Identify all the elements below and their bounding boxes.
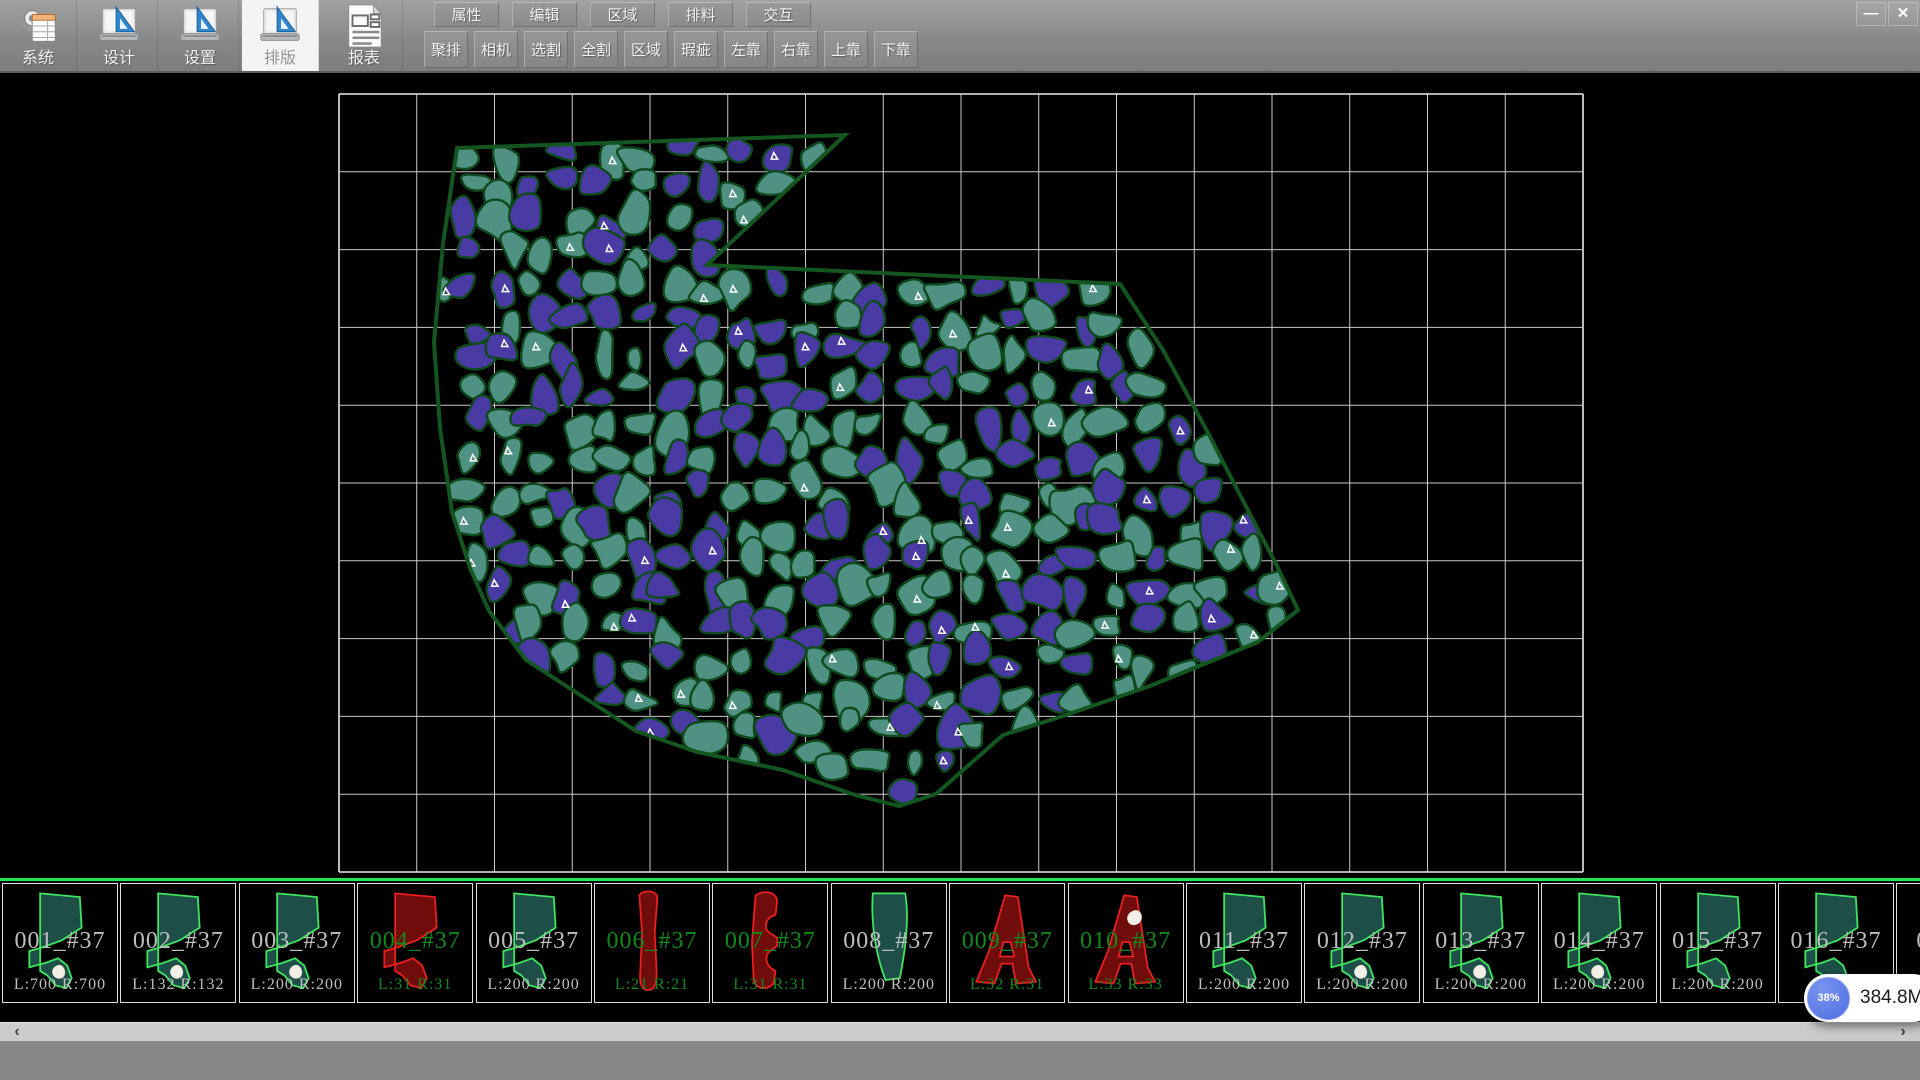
tool-button-6[interactable]: 瑕疵 (674, 31, 718, 68)
piece-id: 003_#37 (240, 928, 354, 955)
piece-id: 006_#37 (595, 928, 709, 955)
piece-size-label: L:200 R:200 (1424, 976, 1538, 994)
menu-tab-1[interactable]: 属性 (434, 2, 499, 27)
menu-tab-2[interactable]: 编辑 (512, 2, 577, 27)
piece-size-label: L:200 R:200 (1305, 976, 1419, 994)
piece-size-label: L:33 R:33 (1069, 976, 1183, 994)
ribbon-toolbar: 系统设计设置排版报表 属性编辑区域排料交互 聚排相机选割全割区域瑕疵左靠右靠上靠… (0, 0, 1920, 73)
mode-button-2[interactable]: 设计 (81, 0, 158, 71)
piece-size-label: L:132 R:132 (121, 976, 235, 994)
app-window: 系统设计设置排版报表 属性编辑区域排料交互 聚排相机选割全割区域瑕疵左靠右靠上靠… (0, 0, 1920, 1080)
report-document-icon (341, 3, 387, 49)
menu-tab-3[interactable]: 区域 (590, 2, 655, 27)
piece-thumbnail-1[interactable]: 001_#37 L:700 R:700 (2, 883, 118, 1003)
mode-button-1[interactable]: 系统 (0, 0, 77, 71)
nesting-canvas[interactable] (0, 73, 1920, 878)
settings-ruler-icon (177, 3, 223, 49)
piece-thumbnail-11[interactable]: 011_#37 L:200 R:200 (1186, 883, 1302, 1003)
filmstrip-divider (0, 878, 1920, 881)
piece-size-label: L:31 R:31 (358, 976, 472, 994)
tool-button-7[interactable]: 左靠 (724, 31, 768, 68)
piece-size-label: L:200 R:200 (1542, 976, 1656, 994)
mode-button-3[interactable]: 设置 (162, 0, 239, 71)
mode-button-label: 设置 (162, 49, 238, 69)
tool-button-3[interactable]: 选割 (524, 31, 568, 68)
memory-value: 384.8M (1860, 987, 1920, 1009)
status-bar (0, 1041, 1920, 1080)
mode-button-5[interactable]: 报表 (326, 0, 403, 71)
piece-size-label: L:32 R:31 (950, 976, 1064, 994)
piece-id: 011_#37 (1187, 928, 1301, 955)
piece-id: 0 (1897, 928, 1920, 955)
mode-button-label: 排版 (242, 49, 318, 69)
piece-size-label: L:31 R:31 (713, 976, 827, 994)
piece-id: 004_#37 (358, 928, 472, 955)
memory-usage-badge[interactable]: 38% 384.8M (1804, 974, 1920, 1022)
piece-thumbnail-9[interactable]: 009_#37 L:32 R:31 (949, 883, 1065, 1003)
piece-filmstrip: 001_#37L:700 R:700002_#37L:132 R:132003_… (0, 878, 1920, 1024)
mode-button-4[interactable]: 排版 (242, 0, 319, 71)
close-button[interactable]: ✕ (1888, 2, 1918, 26)
piece-size-label: L:200 R:200 (477, 976, 591, 994)
piece-size-label: L:200 R:200 (240, 976, 354, 994)
piece-size-label: L:200 R:200 (832, 976, 946, 994)
piece-id: 016_#37 (1779, 928, 1893, 955)
tool-button-1[interactable]: 聚排 (424, 31, 468, 68)
tool-button-2[interactable]: 相机 (474, 31, 518, 68)
piece-thumbnail-8[interactable]: 008_#37 L:200 R:200 (831, 883, 947, 1003)
piece-id: 005_#37 (477, 928, 591, 955)
canvas-drawing (0, 73, 1920, 878)
layout-ruler-icon (257, 3, 303, 49)
piece-thumbnail-2[interactable]: 002_#37 L:132 R:132 (120, 883, 236, 1003)
system-gear-icon (15, 3, 61, 49)
tool-button-5[interactable]: 区域 (624, 31, 668, 68)
mode-button-label: 报表 (326, 49, 402, 69)
menu-tab-4[interactable]: 排料 (668, 2, 733, 27)
scroll-left-arrow-icon[interactable]: ‹ (4, 1023, 30, 1041)
piece-id: 007_#37 (713, 928, 827, 955)
progress-percent-badge: 38% (1807, 977, 1850, 1020)
piece-id: 001_#37 (3, 928, 117, 955)
piece-thumbnail-6[interactable]: 006_#37 L:21 R:21 (594, 883, 710, 1003)
piece-size-label: L:200 R:200 (1187, 976, 1301, 994)
mode-button-label: 设计 (81, 49, 157, 69)
piece-id: 002_#37 (121, 928, 235, 955)
piece-size-label: L:200 R:200 (1661, 976, 1775, 994)
scroll-right-arrow-icon[interactable]: › (1890, 1023, 1916, 1041)
tool-button-row: 聚排相机选割全割区域瑕疵左靠右靠上靠下靠 (424, 31, 918, 68)
menu-tab-row: 属性编辑区域排料交互 (434, 2, 811, 27)
piece-thumbnail-12[interactable]: 012_#37 L:200 R:200 (1304, 883, 1420, 1003)
piece-size-label: L:21 R:21 (595, 976, 709, 994)
piece-thumbnail-5[interactable]: 005_#37 L:200 R:200 (476, 883, 592, 1003)
piece-thumbnail-7[interactable]: 007_#37 L:31 R:31 (712, 883, 828, 1003)
piece-id: 012_#37 (1305, 928, 1419, 955)
mode-button-label: 系统 (0, 49, 76, 69)
tool-button-9[interactable]: 上靠 (824, 31, 868, 68)
piece-size-label: L:700 R:700 (3, 976, 117, 994)
piece-thumbnail-4[interactable]: 004_#37 L:31 R:31 (357, 883, 473, 1003)
tool-button-4[interactable]: 全割 (574, 31, 618, 68)
tool-button-10[interactable]: 下靠 (874, 31, 918, 68)
piece-id: 014_#37 (1542, 928, 1656, 955)
piece-id: 008_#37 (832, 928, 946, 955)
piece-id: 013_#37 (1424, 928, 1538, 955)
piece-thumbnail-15[interactable]: 015_#37 L:200 R:200 (1660, 883, 1776, 1003)
piece-thumbnail-10[interactable]: 010_#37 L:33 R:33 (1068, 883, 1184, 1003)
piece-thumbnail-3[interactable]: 003_#37 L:200 R:200 (239, 883, 355, 1003)
piece-id: 015_#37 (1661, 928, 1775, 955)
design-ruler-icon (96, 3, 142, 49)
minimize-button[interactable]: — (1856, 2, 1886, 26)
piece-id: 009_#37 (950, 928, 1064, 955)
piece-thumbnail-13[interactable]: 013_#37 L:200 R:200 (1423, 883, 1539, 1003)
piece-thumbnail-14[interactable]: 014_#37 L:200 R:200 (1541, 883, 1657, 1003)
tool-button-8[interactable]: 右靠 (774, 31, 818, 68)
piece-id: 010_#37 (1069, 928, 1183, 955)
horizontal-scrollbar[interactable]: ‹ › (0, 1022, 1920, 1041)
menu-tab-5[interactable]: 交互 (746, 2, 811, 27)
